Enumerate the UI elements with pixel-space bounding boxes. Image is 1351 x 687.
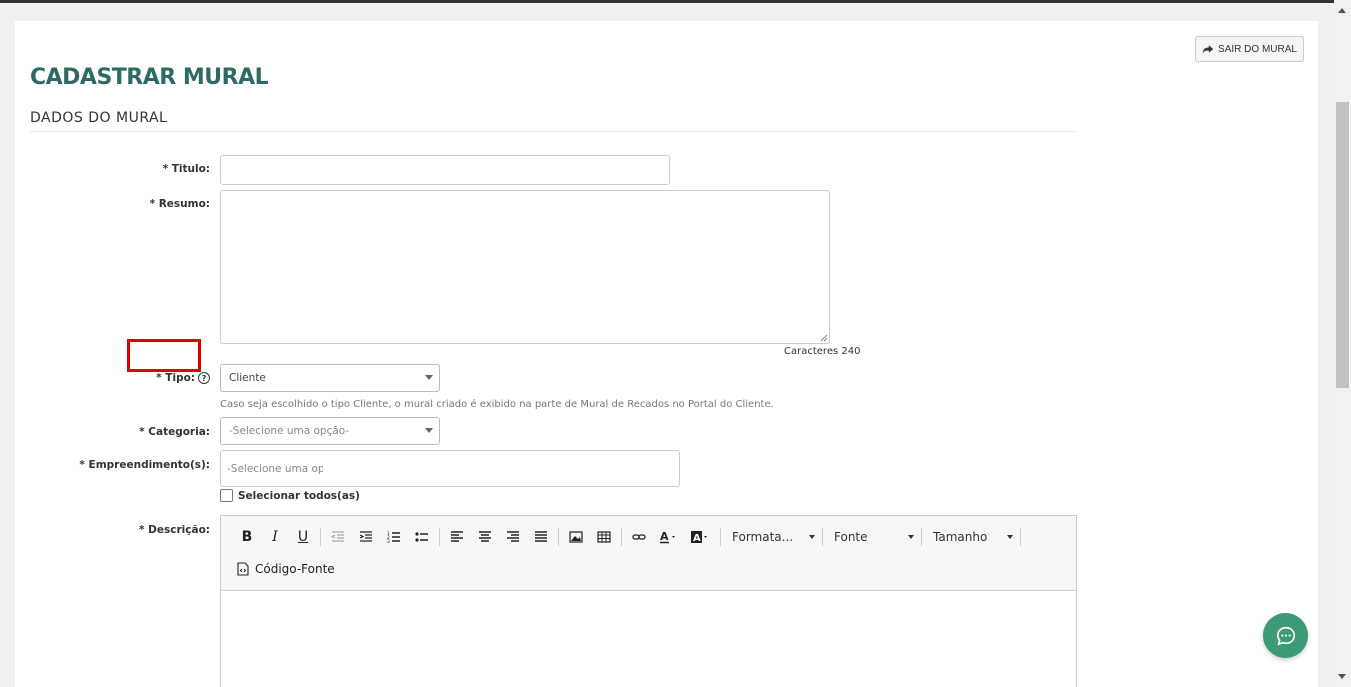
- align-left-icon[interactable]: [443, 526, 471, 548]
- indent-icon[interactable]: [352, 526, 380, 548]
- chevron-down-icon: [425, 375, 433, 380]
- numbered-list-icon[interactable]: 123: [380, 526, 408, 548]
- titulo-label: * Titulo:: [162, 163, 210, 175]
- source-code-icon: [237, 562, 249, 576]
- align-justify-icon[interactable]: [527, 526, 555, 548]
- resize-handle-icon[interactable]: [819, 333, 828, 342]
- underline-icon[interactable]: U: [289, 526, 317, 548]
- chevron-down-icon: [809, 535, 815, 539]
- align-right-icon[interactable]: [499, 526, 527, 548]
- select-all-checkbox[interactable]: [220, 489, 233, 502]
- tipo-select-value: Cliente: [229, 372, 266, 384]
- font-dropdown-label: Fonte: [834, 530, 868, 544]
- svg-text:3: 3: [387, 539, 390, 544]
- page-title: CADASTRAR MURAL: [30, 65, 269, 90]
- help-question-icon[interactable]: ?: [198, 372, 210, 384]
- select-all-label: Selecionar todos(as): [238, 489, 360, 502]
- editor-toolbar: B I U 123 A A Formata... Fonte Tamanho C…: [221, 516, 1076, 591]
- svg-text:A: A: [660, 530, 669, 543]
- format-dropdown[interactable]: Formata...: [724, 526, 819, 548]
- rich-text-editor: B I U 123 A A Formata... Fonte Tamanho C…: [220, 515, 1077, 687]
- section-divider: [30, 131, 1075, 132]
- size-dropdown[interactable]: Tamanho: [925, 526, 1017, 548]
- toolbar-separator: [822, 528, 823, 546]
- toolbar-separator: [320, 528, 321, 546]
- table-icon[interactable]: [590, 526, 618, 548]
- resumo-textarea[interactable]: [220, 190, 830, 344]
- scroll-up-icon[interactable]: [1338, 8, 1346, 13]
- toolbar-separator: [921, 528, 922, 546]
- font-color-icon[interactable]: A: [653, 526, 685, 548]
- toolbar-separator: [621, 528, 622, 546]
- exit-mural-label: SAIR DO MURAL: [1218, 43, 1297, 55]
- tipo-label: * Tipo:?: [140, 372, 210, 384]
- highlight-box: [127, 339, 201, 372]
- empreendimento-label: * Empreendimento(s):: [79, 459, 210, 471]
- font-dropdown[interactable]: Fonte: [826, 526, 918, 548]
- tipo-help-text: Caso seja escolhido o tipo Cliente, o mu…: [220, 399, 774, 410]
- categoria-label: * Categoria:: [139, 426, 210, 438]
- align-center-icon[interactable]: [471, 526, 499, 548]
- empreendimento-multiselect[interactable]: -Selecione uma opção-: [220, 450, 680, 487]
- chat-bubble-icon: [1276, 626, 1295, 646]
- tipo-label-text: * Tipo:: [156, 372, 195, 384]
- titulo-input[interactable]: [220, 155, 670, 185]
- scroll-down-icon[interactable]: [1338, 674, 1346, 679]
- top-border: [0, 0, 1351, 3]
- background-color-icon[interactable]: A: [685, 526, 717, 548]
- tipo-select[interactable]: Cliente: [220, 364, 440, 392]
- bold-icon[interactable]: B: [233, 526, 261, 548]
- chevron-down-icon: [425, 428, 433, 433]
- chevron-down-icon: [1007, 535, 1013, 539]
- resumo-label: * Resumo:: [149, 198, 210, 210]
- size-dropdown-label: Tamanho: [933, 530, 988, 544]
- source-code-label: Código-Fonte: [255, 562, 335, 576]
- format-dropdown-label: Formata...: [732, 530, 794, 544]
- outdent-icon[interactable]: [324, 526, 352, 548]
- descricao-label: * Descrição:: [139, 524, 210, 536]
- chevron-down-icon: [908, 535, 914, 539]
- toolbar-separator: [558, 528, 559, 546]
- editor-content-area[interactable]: [221, 591, 1076, 687]
- bullet-list-icon[interactable]: [408, 526, 436, 548]
- scrollbar-thumb[interactable]: [1336, 102, 1349, 388]
- categoria-placeholder: -Selecione uma opção-: [229, 425, 350, 437]
- italic-icon[interactable]: I: [261, 526, 289, 548]
- categoria-select[interactable]: -Selecione uma opção-: [220, 417, 440, 445]
- svg-text:A: A: [693, 533, 701, 544]
- char-counter: Caracteres 240: [784, 346, 861, 357]
- chat-button[interactable]: [1263, 613, 1308, 658]
- toolbar-separator: [439, 528, 440, 546]
- select-all-row[interactable]: Selecionar todos(as): [220, 489, 360, 502]
- section-title: DADOS DO MURAL: [30, 110, 168, 126]
- exit-mural-button[interactable]: SAIR DO MURAL: [1195, 36, 1304, 62]
- toolbar-separator: [720, 528, 721, 546]
- image-icon[interactable]: [562, 526, 590, 548]
- link-icon[interactable]: [625, 526, 653, 548]
- source-code-button[interactable]: Código-Fonte: [237, 558, 335, 580]
- share-arrow-icon: [1202, 45, 1214, 54]
- empreendimento-placeholder: -Selecione uma opção-: [227, 462, 323, 475]
- toolbar-separator: [1020, 528, 1021, 546]
